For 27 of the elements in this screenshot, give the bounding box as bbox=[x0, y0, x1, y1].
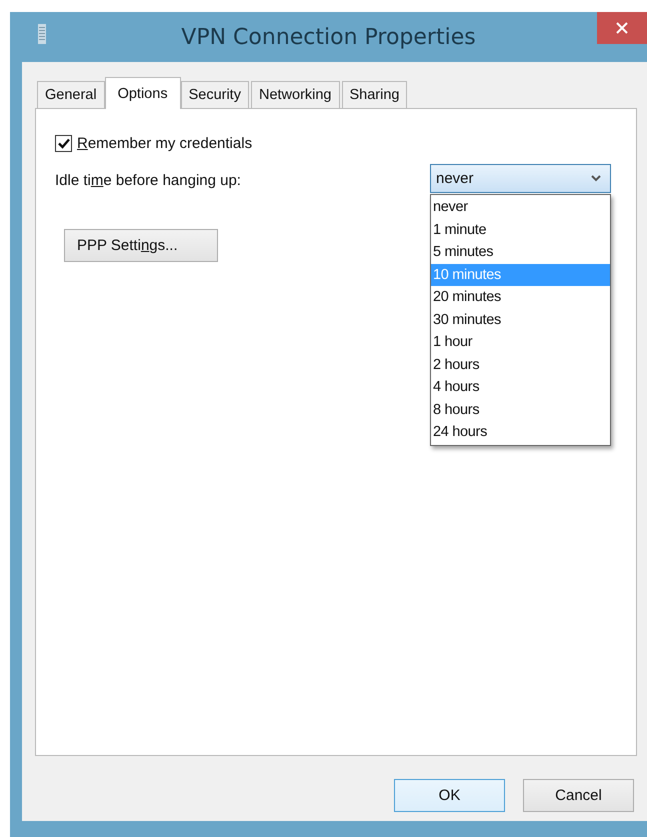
checkbox-label[interactable]: Remember my credentials bbox=[77, 135, 252, 152]
dropdown-option[interactable]: 30 minutes bbox=[431, 308, 610, 331]
dropdown-option[interactable]: 2 hours bbox=[431, 354, 610, 376]
tab[interactable]: Security bbox=[180, 81, 249, 108]
tab[interactable]: Networking bbox=[250, 81, 340, 108]
window-title: VPN Connection Properties bbox=[180, 24, 477, 50]
dropdown-option[interactable]: 24 hours bbox=[431, 421, 610, 444]
tab[interactable]: Sharing bbox=[342, 81, 408, 108]
tab[interactable]: General bbox=[37, 81, 105, 108]
chevron-down-icon bbox=[591, 175, 601, 182]
dropdown-option[interactable]: 4 hours bbox=[431, 376, 610, 398]
dropdown-option[interactable]: 1 minute bbox=[431, 218, 610, 241]
dropdown-option[interactable]: 20 minutes bbox=[431, 286, 610, 308]
dropdown-option[interactable]: 1 hour bbox=[431, 331, 610, 354]
close-icon bbox=[616, 22, 628, 34]
dropdown[interactable]: never bbox=[430, 164, 611, 193]
dialog-button[interactable]: Cancel bbox=[523, 779, 634, 812]
close-button[interactable] bbox=[597, 12, 647, 44]
dropdown-option[interactable]: 5 minutes bbox=[431, 241, 610, 264]
tab[interactable]: Options bbox=[104, 77, 181, 109]
checkbox[interactable] bbox=[55, 135, 72, 152]
field-label: Idle time before hanging up: bbox=[55, 172, 241, 189]
dropdown-option[interactable]: never bbox=[431, 196, 610, 218]
ppp-settings-button[interactable]: PPP Settings... bbox=[64, 229, 218, 262]
dropdown-option[interactable]: 8 hours bbox=[431, 398, 610, 421]
server-icon bbox=[38, 24, 46, 44]
dialog-button[interactable]: OK bbox=[394, 779, 505, 812]
